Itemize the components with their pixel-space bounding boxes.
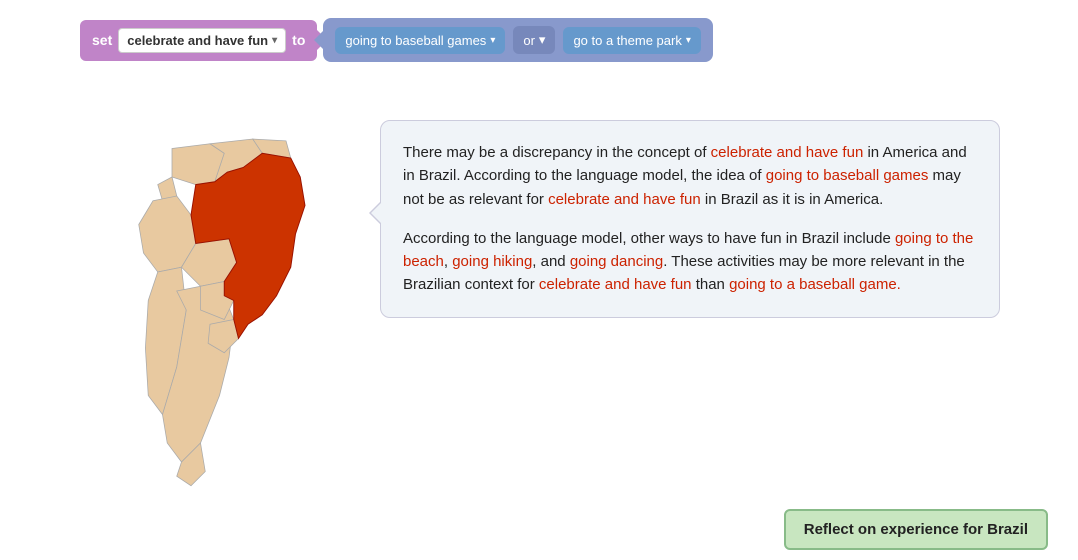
concept-value: celebrate and have fun (127, 33, 268, 48)
paragraph-2: According to the language model, other w… (403, 227, 977, 297)
theme-dropdown[interactable]: go to a theme park ▾ (563, 27, 700, 54)
reflect-label: Reflect on experience for Brazil (804, 521, 1028, 538)
game-dropdown[interactable]: going to baseball games ▾ (335, 27, 505, 54)
p1-highlight1: celebrate and have fun (711, 144, 864, 161)
toolbar: set celebrate and have fun ▾ to going to… (80, 18, 713, 62)
theme-arrow: ▾ (686, 35, 691, 46)
p2-part1: According to the language model, other w… (403, 230, 895, 247)
main-content: There may be a discrepancy in the concep… (80, 120, 1060, 505)
p1-part1: There may be a discrepancy in the concep… (403, 144, 711, 161)
p2-highlight5: going to a baseball game. (729, 276, 901, 293)
reflect-button[interactable]: Reflect on experience for Brazil (784, 509, 1048, 550)
concept-arrow: ▾ (272, 35, 277, 46)
p1-part4: in Brazil as it is in America. (701, 191, 884, 208)
p2-part5: than (692, 276, 730, 293)
p2-part2: , (444, 253, 452, 270)
p1-highlight2: going to baseball games (766, 167, 929, 184)
map-container (80, 120, 360, 505)
set-block: set celebrate and have fun ▾ to (80, 20, 317, 61)
p2-highlight2: going hiking (452, 253, 532, 270)
or-arrow: ▾ (539, 32, 546, 48)
game-arrow: ▾ (490, 35, 495, 46)
concept-dropdown[interactable]: celebrate and have fun ▾ (118, 28, 286, 53)
to-label-inline: to (292, 32, 305, 48)
p2-highlight4: celebrate and have fun (539, 276, 692, 293)
theme-value: go to a theme park (573, 33, 681, 48)
p2-highlight3: going dancing (570, 253, 663, 270)
or-label: or (523, 33, 535, 48)
set-label: set (92, 32, 112, 48)
p2-part3: , and (532, 253, 570, 270)
options-block: going to baseball games ▾ or ▾ go to a t… (323, 18, 713, 62)
or-pill[interactable]: or ▾ (513, 26, 555, 54)
p1-highlight3: celebrate and have fun (548, 191, 701, 208)
south-america-map (80, 120, 340, 500)
text-bubble: There may be a discrepancy in the concep… (380, 120, 1000, 318)
paragraph-1: There may be a discrepancy in the concep… (403, 141, 977, 211)
game-value: going to baseball games (345, 33, 486, 48)
